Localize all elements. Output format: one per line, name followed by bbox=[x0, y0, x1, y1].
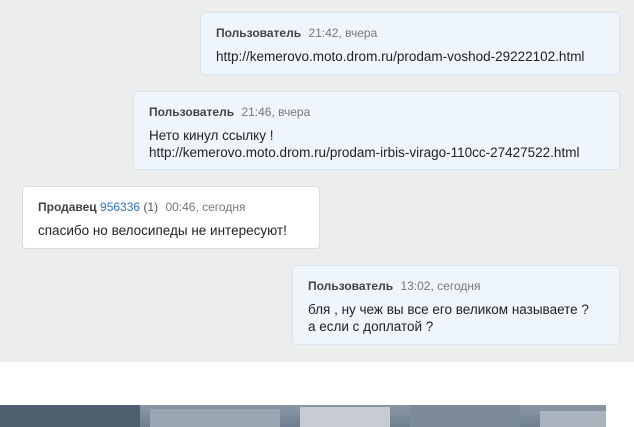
message-text: спасибо но велосипеды не интересуют! bbox=[38, 222, 304, 239]
chat-area: Пользователь 21:42, вчера http://kemerov… bbox=[0, 0, 634, 362]
message-line: бля , ну чеж вы все его великом называет… bbox=[308, 302, 589, 317]
message-meta: Продавец 956336 (1) 00:46, сегодня bbox=[38, 200, 304, 214]
message-time: 00:46, сегодня bbox=[165, 200, 246, 214]
photo-detail bbox=[150, 409, 280, 427]
message-line: а если с доплатой ? bbox=[308, 319, 434, 334]
message-meta: Пользователь 21:42, вчера bbox=[216, 26, 604, 40]
photo-detail bbox=[410, 405, 520, 427]
seller-rating: (1) bbox=[143, 200, 159, 214]
message-meta: Пользователь 21:46, вчера bbox=[149, 105, 604, 119]
seller-id-link[interactable]: 956336 bbox=[100, 200, 140, 214]
message-bubble-incoming: Продавец 956336 (1) 00:46, сегодня спаси… bbox=[22, 186, 320, 249]
message-link[interactable]: http://kemerovo.moto.drom.ru/prodam-vosh… bbox=[216, 48, 604, 65]
message-line: спасибо но велосипеды не интересуют! bbox=[38, 223, 287, 238]
message-link[interactable]: http://kemerovo.moto.drom.ru/prodam-irbi… bbox=[149, 144, 604, 161]
message-author: Пользователь bbox=[149, 105, 235, 119]
message-author: Пользователь bbox=[216, 26, 302, 40]
photo-detail bbox=[0, 405, 140, 427]
photo-detail bbox=[540, 411, 606, 427]
message-bubble-outgoing: Пользователь 21:42, вчера http://kemerov… bbox=[200, 12, 620, 75]
message-time: 21:46, вчера bbox=[241, 105, 311, 119]
message-author: Пользователь bbox=[308, 279, 394, 293]
photo-detail bbox=[300, 407, 390, 427]
message-meta: Пользователь 13:02, сегодня bbox=[308, 279, 604, 293]
message-bubble-outgoing: Пользователь 13:02, сегодня бля , ну чеж… bbox=[292, 265, 620, 345]
message-line: Нето кинул ссылку ! bbox=[149, 128, 274, 143]
message-author: Продавец bbox=[38, 200, 97, 214]
message-bubble-outgoing: Пользователь 21:46, вчера Нето кинул ссы… bbox=[133, 91, 620, 170]
message-text: Нето кинул ссылку ! http://kemerovo.moto… bbox=[149, 127, 604, 161]
message-time: 21:42, вчера bbox=[308, 26, 378, 40]
message-text: бля , ну чеж вы все его великом называет… bbox=[308, 301, 604, 335]
message-time: 13:02, сегодня bbox=[400, 279, 481, 293]
attached-photo[interactable] bbox=[0, 405, 606, 427]
message-text: http://kemerovo.moto.drom.ru/prodam-vosh… bbox=[216, 48, 604, 65]
